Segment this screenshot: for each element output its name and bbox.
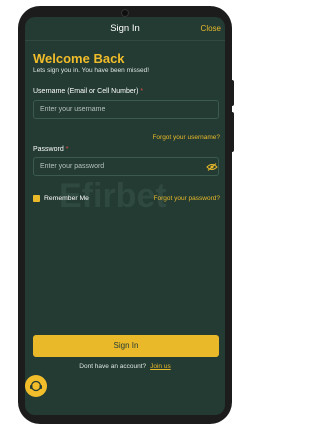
required-mark: * (140, 88, 144, 95)
username-label-text: Username (Email or Cell Number) (33, 88, 139, 95)
required-mark: * (65, 146, 69, 153)
welcome-title: Welcome Back (33, 51, 125, 66)
phone-power-button (230, 112, 234, 152)
password-label-text: Password (33, 146, 64, 153)
camera-notch (121, 9, 129, 17)
username-input[interactable]: Enter your username (33, 100, 219, 119)
chat-support-icon (30, 380, 42, 392)
username-label: Username (Email or Cell Number) * (33, 88, 143, 95)
join-us-link[interactable]: Join us (150, 363, 171, 370)
signin-button[interactable]: Sign In (33, 335, 219, 357)
no-account-text: Dont have an account? (79, 363, 147, 370)
eye-slash-icon[interactable] (206, 163, 218, 171)
chat-support-button[interactable] (25, 375, 47, 397)
no-account-row: Dont have an account? Join us (25, 363, 225, 370)
password-input[interactable]: Enter your password (33, 157, 219, 176)
signin-screen: Sign In Close Efirbet Welcome Back Lets … (25, 17, 225, 415)
page-title: Sign In (110, 23, 140, 34)
password-placeholder: Enter your password (40, 163, 105, 170)
remember-me-label[interactable]: Remember Me (44, 195, 89, 202)
forgot-password-link[interactable]: Forgot your password? (154, 195, 220, 202)
welcome-subtitle: Lets sign you in. You have been missed! (33, 67, 149, 74)
username-placeholder: Enter your username (40, 106, 106, 113)
close-button[interactable]: Close (201, 24, 221, 33)
phone-volume-button (230, 80, 234, 106)
brand-watermark: Efirbet (59, 177, 189, 227)
forgot-username-link[interactable]: Forgot your username? (152, 134, 220, 141)
remember-me-checkbox[interactable] (33, 195, 40, 202)
header: Sign In Close (25, 17, 225, 41)
password-label: Password * (33, 146, 68, 153)
